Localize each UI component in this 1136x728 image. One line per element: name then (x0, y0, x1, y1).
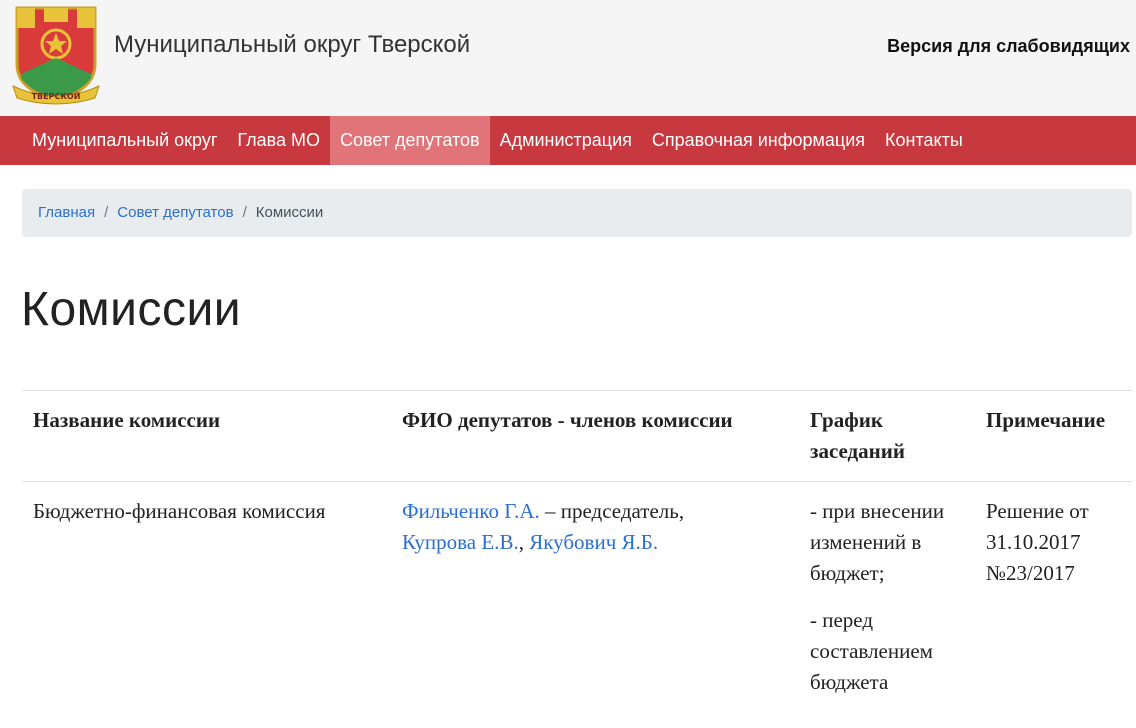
breadcrumb-separator: / (234, 204, 256, 221)
member-role-text: – председатель, (540, 499, 684, 523)
commission-name-cell: Бюджетно-финансовая комиссия (22, 482, 391, 728)
page-title: Комиссии (21, 282, 241, 337)
column-header-note: Примечание (975, 391, 1132, 482)
breadcrumb-council-link[interactable]: Совет депутатов (117, 204, 233, 221)
member-link-kuprova[interactable]: Купрова Е.В. (402, 530, 519, 554)
breadcrumb-separator: / (95, 204, 117, 221)
note-cell: Решение от 31.10.2017 №23/2017 (975, 482, 1132, 728)
site-name[interactable]: Муниципальный округ Тверской (114, 31, 470, 59)
members-cell: Фильченко Г.А. – председатель, Купрова Е.… (391, 482, 799, 728)
column-header-commission-name: Название комиссии (22, 391, 391, 482)
nav-item-municipal-district[interactable]: Муниципальный округ (22, 116, 227, 165)
svg-text:ТВЕРСКОЙ: ТВЕРСКОЙ (32, 90, 81, 101)
nav-item-head[interactable]: Глава МО (227, 116, 330, 165)
schedule-item: - при внесении изменений в бюджет; (810, 496, 964, 589)
nav-item-administration[interactable]: Администрация (490, 116, 642, 165)
column-header-members: ФИО депутатов - членов комиссии (391, 391, 799, 482)
site-header: ТВЕРСКОЙ Муниципальный округ Тверской Ве… (0, 0, 1136, 116)
main-navigation: Муниципальный округ Глава МО Совет депут… (0, 116, 1136, 165)
commissions-table: Название комиссии ФИО депутатов - членов… (22, 390, 1132, 728)
breadcrumb-home-link[interactable]: Главная (38, 204, 95, 221)
schedule-item: - перед составлением бюджета (810, 605, 964, 698)
table-header-row: Название комиссии ФИО депутатов - членов… (22, 391, 1132, 482)
member-link-yakubovich[interactable]: Якубович Я.Б. (529, 530, 658, 554)
nav-item-reference-info[interactable]: Справочная информация (642, 116, 875, 165)
column-header-schedule: График заседаний (799, 391, 975, 482)
breadcrumb: Главная/Совет депутатов/Комиссии (22, 189, 1132, 237)
low-vision-version-link[interactable]: Версия для слабовидящих (887, 36, 1130, 57)
nav-item-council[interactable]: Совет депутатов (330, 116, 490, 165)
table-row: Бюджетно-финансовая комиссия Фильченко Г… (22, 482, 1132, 728)
member-link-filchenko[interactable]: Фильченко Г.А. (402, 499, 540, 523)
schedule-cell: - при внесении изменений в бюджет; - пер… (799, 482, 975, 728)
nav-item-contacts[interactable]: Контакты (875, 116, 973, 165)
coat-of-arms-logo[interactable]: ТВЕРСКОЙ (11, 6, 101, 106)
breadcrumb-current: Комиссии (256, 204, 324, 221)
member-separator: , (519, 530, 530, 554)
